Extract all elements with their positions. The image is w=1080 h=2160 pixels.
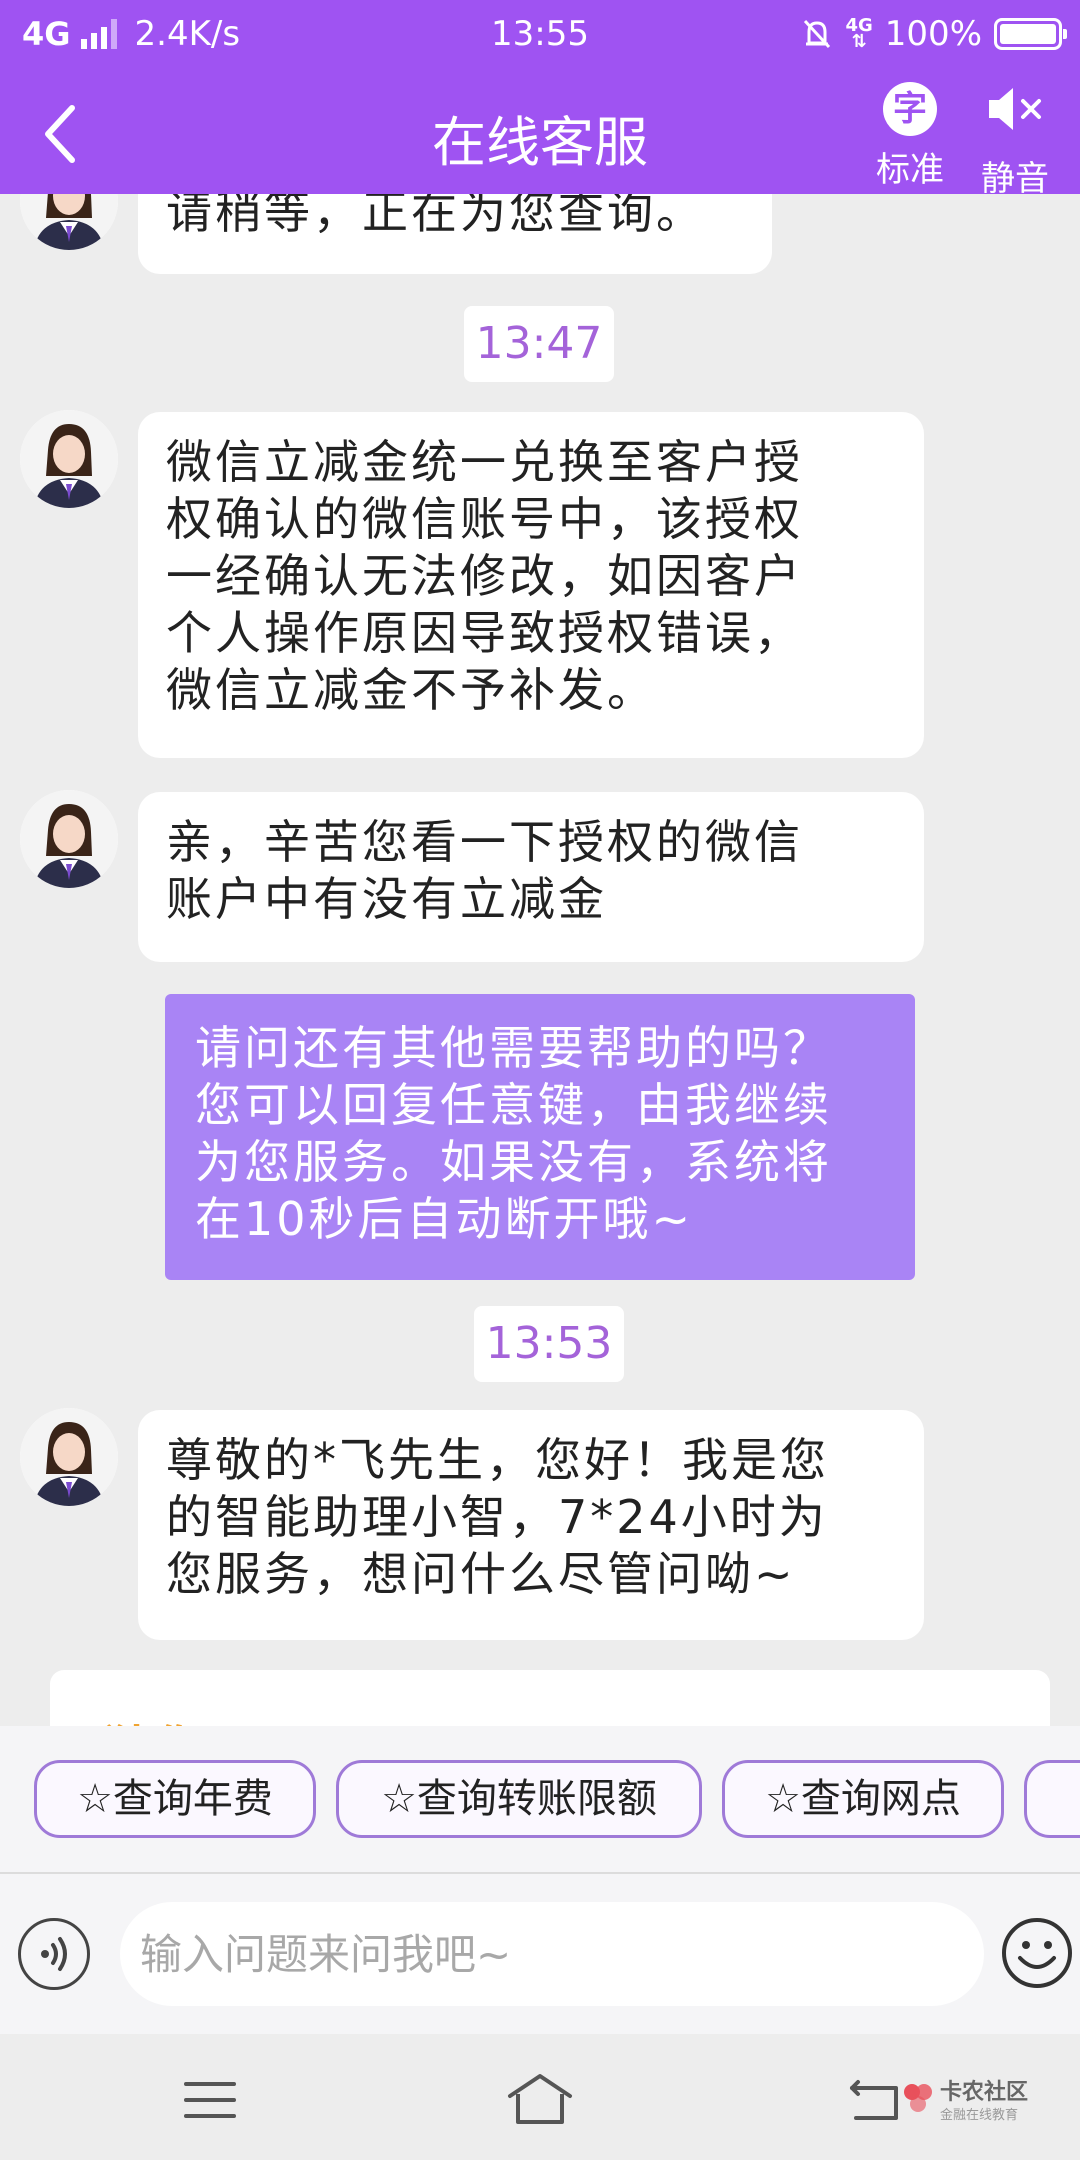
status-bar: 4G 2.4K/s 13:55 4G ⇅ 100% [0, 0, 1080, 72]
watermark-logo-icon [904, 2084, 932, 2112]
chat-area[interactable]: 请稍等，正在为您查询。 13:47 微信立减金统一兑换至客户授 权确认的微信账号… [0, 194, 1080, 1726]
network-type-2: 4G ⇅ [845, 15, 873, 52]
menu-icon [184, 2082, 236, 2118]
battery-percent: 100% [884, 14, 982, 54]
header-bar: 在线客服 字 标准 静音 [0, 72, 1080, 199]
speaker-muted-icon [989, 88, 1041, 130]
home-icon [508, 2074, 572, 2124]
status-right: 4G ⇅ 100% [801, 14, 1067, 54]
message-line: 在10秒后自动断开哦~ [195, 1192, 694, 1246]
agent-avatar [20, 1408, 118, 1506]
voice-wave-icon [41, 1937, 67, 1971]
system-nav-bar: 卡农社区 金融在线教育 [0, 2034, 1080, 2160]
message-line: 微信立减金不予补发。 [166, 663, 656, 717]
message-line: 亲，辛苦您看一下授权的微信 [166, 815, 803, 869]
quick-chip-annual-fee[interactable]: ☆查询年费 [34, 1760, 316, 1838]
message-line: 请问还有其他需要帮助的吗？ [195, 1021, 832, 1075]
agent-avatar [20, 410, 118, 508]
bell-muted-icon [804, 19, 831, 49]
network-type: 4G [22, 15, 71, 53]
font-char-icon: 字 [883, 82, 937, 136]
quick-chip-transfer-limit[interactable]: ☆查询转账限额 [336, 1760, 702, 1838]
agent-message-bubble: 亲，辛苦您看一下授权的微信 账户中有没有立减金 [138, 792, 924, 962]
message-line: 个人操作原因导致授权错误， [166, 606, 803, 660]
timestamp: 13:53 [474, 1306, 624, 1382]
suggestion-card-title: 猜你 [104, 1710, 204, 1726]
font-size-button[interactable]: 字 标准 [860, 82, 960, 191]
agent-avatar-image [20, 194, 118, 250]
nav-home-button[interactable] [500, 2070, 580, 2130]
agent-message-bubble: 尊敬的*飞先生，您好！我是您 的智能助理小智，7*24小时为 您服务，想问什么尽… [138, 1410, 924, 1640]
agent-avatar-image [20, 1408, 118, 1506]
agent-avatar-image [20, 410, 118, 508]
input-bar [0, 1874, 1080, 2034]
agent-avatar [20, 790, 118, 888]
quick-chip-more[interactable] [1024, 1760, 1080, 1838]
agent-message-bubble: 请稍等，正在为您查询。 [138, 194, 772, 274]
message-line: 为您服务。如果没有，系统将 [195, 1135, 832, 1189]
signal-icon [80, 19, 117, 49]
emoji-button[interactable] [1000, 1916, 1074, 1990]
watermark-subtitle: 金融在线教育 [940, 2108, 1019, 2123]
watermark-title: 卡农社区 [940, 2080, 1029, 2105]
network-speed: 2.4K/s [134, 14, 241, 54]
mute-label: 静音 [981, 159, 1049, 199]
watermark: 卡农社区 金融在线教育 [900, 2074, 1080, 2134]
nav-menu-button[interactable] [170, 2070, 250, 2130]
system-message-bubble: 请问还有其他需要帮助的吗？ 您可以回复任意键，由我继续 为您服务。如果没有，系统… [165, 994, 915, 1280]
message-line: 您可以回复任意键，由我继续 [195, 1078, 832, 1132]
mute-button[interactable]: 静音 [965, 82, 1065, 200]
suggestion-card[interactable]: 猜你 [50, 1670, 1050, 1726]
agent-avatar [20, 194, 118, 250]
message-line: 的智能助理小智，7*24小时为 [166, 1490, 828, 1544]
message-line: 一经确认无法修改，如因客户 [166, 549, 803, 603]
smiley-icon [1002, 1918, 1072, 1988]
battery-icon [994, 18, 1067, 50]
message-text: 请稍等，正在为您查询。 [166, 194, 705, 239]
quick-reply-bar[interactable]: ☆查询年费 ☆查询转账限额 ☆查询网点 [0, 1726, 1080, 1874]
voice-button[interactable] [18, 1918, 90, 1990]
message-line: 微信立减金统一兑换至客户授 [166, 435, 803, 489]
quick-chip-outlets[interactable]: ☆查询网点 [722, 1760, 1004, 1838]
message-line: 您服务，想问什么尽管问呦~ [166, 1547, 796, 1601]
status-left: 4G 2.4K/s [22, 14, 240, 54]
agent-message-bubble: 微信立减金统一兑换至客户授 权确认的微信账号中，该授权 一经确认无法修改，如因客… [138, 412, 924, 758]
font-size-label: 标准 [876, 150, 944, 190]
timestamp: 13:47 [464, 306, 614, 382]
message-line: 权确认的微信账号中，该授权 [166, 492, 803, 546]
agent-avatar-image [20, 790, 118, 888]
question-input[interactable] [120, 1902, 984, 2006]
message-line: 账户中有没有立减金 [166, 872, 607, 926]
message-line: 尊敬的*飞先生，您好！我是您 [166, 1433, 829, 1487]
